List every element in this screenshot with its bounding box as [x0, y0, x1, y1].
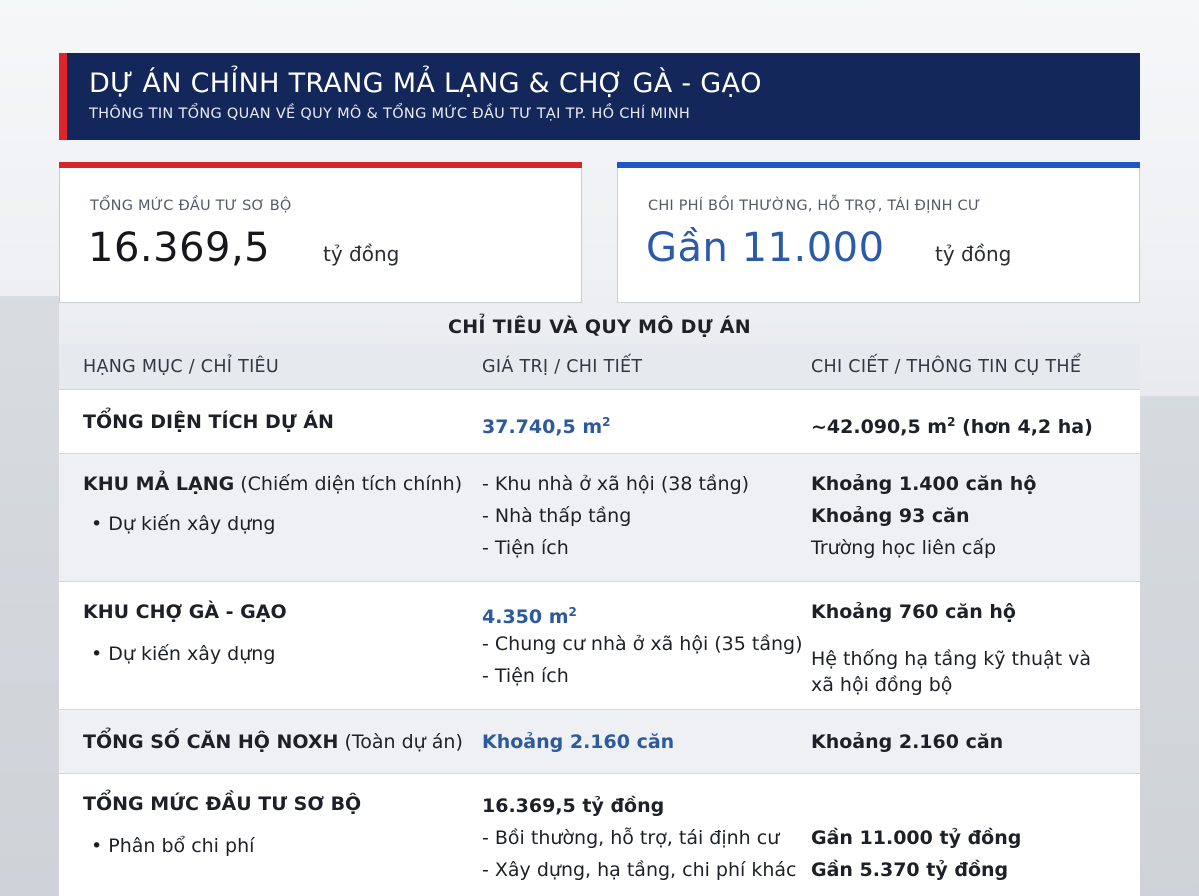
- row-title: KHU CHỢ GÀ - GẠO: [83, 601, 287, 623]
- row-detail: Hệ thống hạ tầng kỹ thuật và: [811, 648, 1092, 670]
- row-item: - Nhà thấp tầng: [482, 505, 632, 527]
- accent-bar: [59, 162, 582, 168]
- row-detail: Khoảng 93 căn: [811, 505, 970, 527]
- row-detail: Khoảng 760 căn hộ: [811, 601, 1016, 623]
- row-detail: Gần 11.000 tỷ đồng: [811, 827, 1022, 849]
- row-detail: Trường học liên cấp: [811, 537, 997, 559]
- accent-bar: [617, 162, 1140, 168]
- stat-card-compensation: CHI PHÍ BỒI THƯỜNG, HỖ TRỢ, TÁI ĐỊNH CƯ …: [617, 162, 1140, 303]
- stat-unit: tỷ đồng: [935, 242, 1012, 266]
- stat-label: TỔNG MỨC ĐẦU TƯ SƠ BỘ: [90, 198, 292, 214]
- stat-value: 16.369,5: [88, 225, 271, 271]
- row-item: - Xây dựng, hạ tầng, chi phí khác: [482, 859, 797, 881]
- row-info: ~42.090,5 m2 (hơn 4,2 ha): [811, 415, 1093, 438]
- table-header-row: HẠNG MỤC / CHỈ TIÊU GIÁ TRỊ / CHI TIẾT C…: [59, 344, 1140, 390]
- section-title: CHỈ TIÊU VÀ QUY MÔ DỰ ÁN: [447, 316, 751, 338]
- table-row: TỔNG DIỆN TÍCH DỰ ÁN 37.740,5 m2 ~42.090…: [59, 390, 1140, 454]
- row-subtitle: • Phân bổ chi phí: [91, 835, 255, 857]
- row-detail: xã hội đồng bộ: [811, 674, 953, 696]
- row-value: 16.369,5 tỷ đồng: [482, 795, 665, 817]
- table-row: KHU MẢ LẠNG (Chiếm diện tích chính) • Dự…: [59, 454, 1140, 582]
- row-item: - Khu nhà ở xã hội (38 tầng): [482, 473, 750, 495]
- row-info: Khoảng 2.160 căn: [811, 731, 1004, 753]
- table-row: KHU CHỢ GÀ - GẠO • Dự kiến xây dựng 4.35…: [59, 582, 1140, 710]
- row-subtitle: • Dự kiến xây dựng: [91, 643, 276, 665]
- page-subtitle: THÔNG TIN TỔNG QUAN VỀ QUY MÔ & TỔNG MỨC…: [89, 106, 691, 122]
- row-title: TỔNG SỐ CĂN HỘ NOXH (Toàn dự án): [83, 731, 463, 753]
- row-value: Khoảng 2.160 căn: [482, 731, 675, 753]
- row-item: - Chung cư nhà ở xã hội (35 tầng): [482, 633, 803, 655]
- stat-label: CHI PHÍ BỒI THƯỜNG, HỖ TRỢ, TÁI ĐỊNH CƯ: [648, 198, 981, 214]
- page-title: DỰ ÁN CHỈNH TRANG MẢ LẠNG & CHỢ GÀ - GẠO: [89, 68, 762, 99]
- row-value: 37.740,5 m2: [482, 415, 611, 438]
- stat-card-total-investment: TỔNG MỨC ĐẦU TƯ SƠ BỘ 16.369,5 tỷ đồng: [59, 162, 582, 303]
- table-row: TỔNG MỨC ĐẦU TƯ SƠ BỘ • Phân bổ chi phí …: [59, 774, 1140, 896]
- row-item: - Tiện ích: [482, 665, 569, 687]
- row-subtitle: • Dự kiến xây dựng: [91, 513, 276, 535]
- row-item: - Bồi thường, hỗ trợ, tái định cư: [482, 827, 780, 849]
- row-title: KHU MẢ LẠNG (Chiếm diện tích chính): [83, 473, 463, 495]
- row-detail: Khoảng 1.400 căn hộ: [811, 473, 1037, 495]
- row-detail: Gần 5.370 tỷ đồng: [811, 859, 1009, 881]
- stat-value: Gần 11.000: [646, 225, 885, 271]
- stat-unit: tỷ đồng: [323, 242, 400, 266]
- column-header: GIÁ TRỊ / CHI TIẾT: [482, 357, 643, 377]
- column-header: CHI CIẾT / THÔNG TIN CỤ THỂ: [811, 357, 1082, 377]
- table-row: TỔNG SỐ CĂN HỘ NOXH (Toàn dự án) Khoảng …: [59, 710, 1140, 774]
- column-header: HẠNG MỤC / CHỈ TIÊU: [83, 357, 280, 377]
- page-header: DỰ ÁN CHỈNH TRANG MẢ LẠNG & CHỢ GÀ - GẠO…: [59, 53, 1140, 140]
- row-item: - Tiện ích: [482, 537, 569, 559]
- row-title: TỔNG DIỆN TÍCH DỰ ÁN: [83, 411, 334, 433]
- row-title: TỔNG MỨC ĐẦU TƯ SƠ BỘ: [83, 793, 362, 815]
